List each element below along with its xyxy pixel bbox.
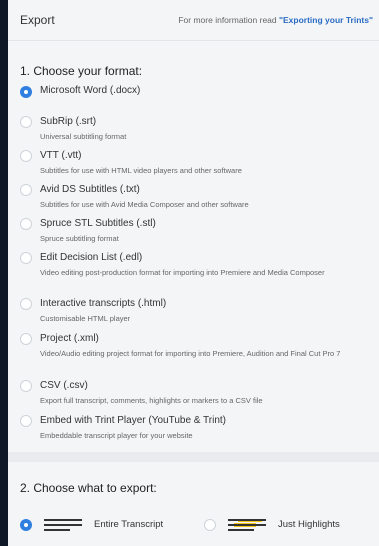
option-label: Spruce STL Subtitles (.stl) <box>40 218 156 229</box>
radio-button[interactable] <box>20 218 32 230</box>
radio-button[interactable] <box>20 333 32 345</box>
option-description: Subtitles for use with HTML video player… <box>40 166 242 175</box>
option-description: Spruce subtitling format <box>40 234 119 243</box>
option-description: Subtitles for use with Avid Media Compos… <box>40 200 249 209</box>
option-label: VTT (.vtt) <box>40 150 82 161</box>
option-label: Microsoft Word (.docx) <box>40 85 141 96</box>
info-text: For more information read "Exporting you… <box>178 15 373 25</box>
option-label: Interactive transcripts (.html) <box>40 298 167 309</box>
radio-button[interactable] <box>204 519 216 531</box>
export-header: Export For more information read "Export… <box>8 0 379 41</box>
option-label: Project (.xml) <box>40 333 99 344</box>
export-title: Export <box>20 13 55 27</box>
option-label: CSV (.csv) <box>40 380 88 391</box>
highlight-lines-icon <box>228 518 266 532</box>
section-divider <box>8 452 379 462</box>
radio-button[interactable] <box>20 150 32 162</box>
radio-button[interactable] <box>20 184 32 196</box>
radio-selected[interactable] <box>20 86 32 98</box>
export-option-entire-transcript[interactable]: Entire Transcript <box>20 518 190 532</box>
option-label: SubRip (.srt) <box>40 116 97 127</box>
transcript-lines-icon <box>44 518 82 532</box>
radio-button[interactable] <box>20 298 32 310</box>
option-description: Universal subtitling format <box>40 132 127 141</box>
radio-button[interactable] <box>20 415 32 427</box>
option-description: Customisable HTML player <box>40 314 131 323</box>
option-description: Video editing post-production format for… <box>40 268 325 277</box>
option-description: Export full transcript, comments, highli… <box>40 396 263 405</box>
option-label: Entire Transcript <box>94 519 164 530</box>
option-label: Avid DS Subtitles (.txt) <box>40 184 140 195</box>
option-label: Just Highlights <box>278 519 340 530</box>
radio-button[interactable] <box>20 252 32 264</box>
option-label: Edit Decision List (.edl) <box>40 252 143 263</box>
option-description: Video/Audio editing project format for i… <box>40 349 341 358</box>
info-prefix: For more information read <box>178 15 279 25</box>
exporting-trints-link[interactable]: "Exporting your Trints" <box>279 15 373 25</box>
export-panel: Export For more information read "Export… <box>8 0 379 546</box>
radio-selected[interactable] <box>20 519 32 531</box>
radio-button[interactable] <box>20 380 32 392</box>
section-export-title: 2. Choose what to export: <box>20 481 157 495</box>
section-format-title: 1. Choose your format: <box>20 64 143 78</box>
radio-button[interactable] <box>20 116 32 128</box>
export-option-just-highlights[interactable]: Just Highlights <box>204 518 374 532</box>
option-label: Embed with Trint Player (YouTube & Trint… <box>40 415 227 426</box>
option-description: Embeddable transcript player for your we… <box>40 431 193 440</box>
